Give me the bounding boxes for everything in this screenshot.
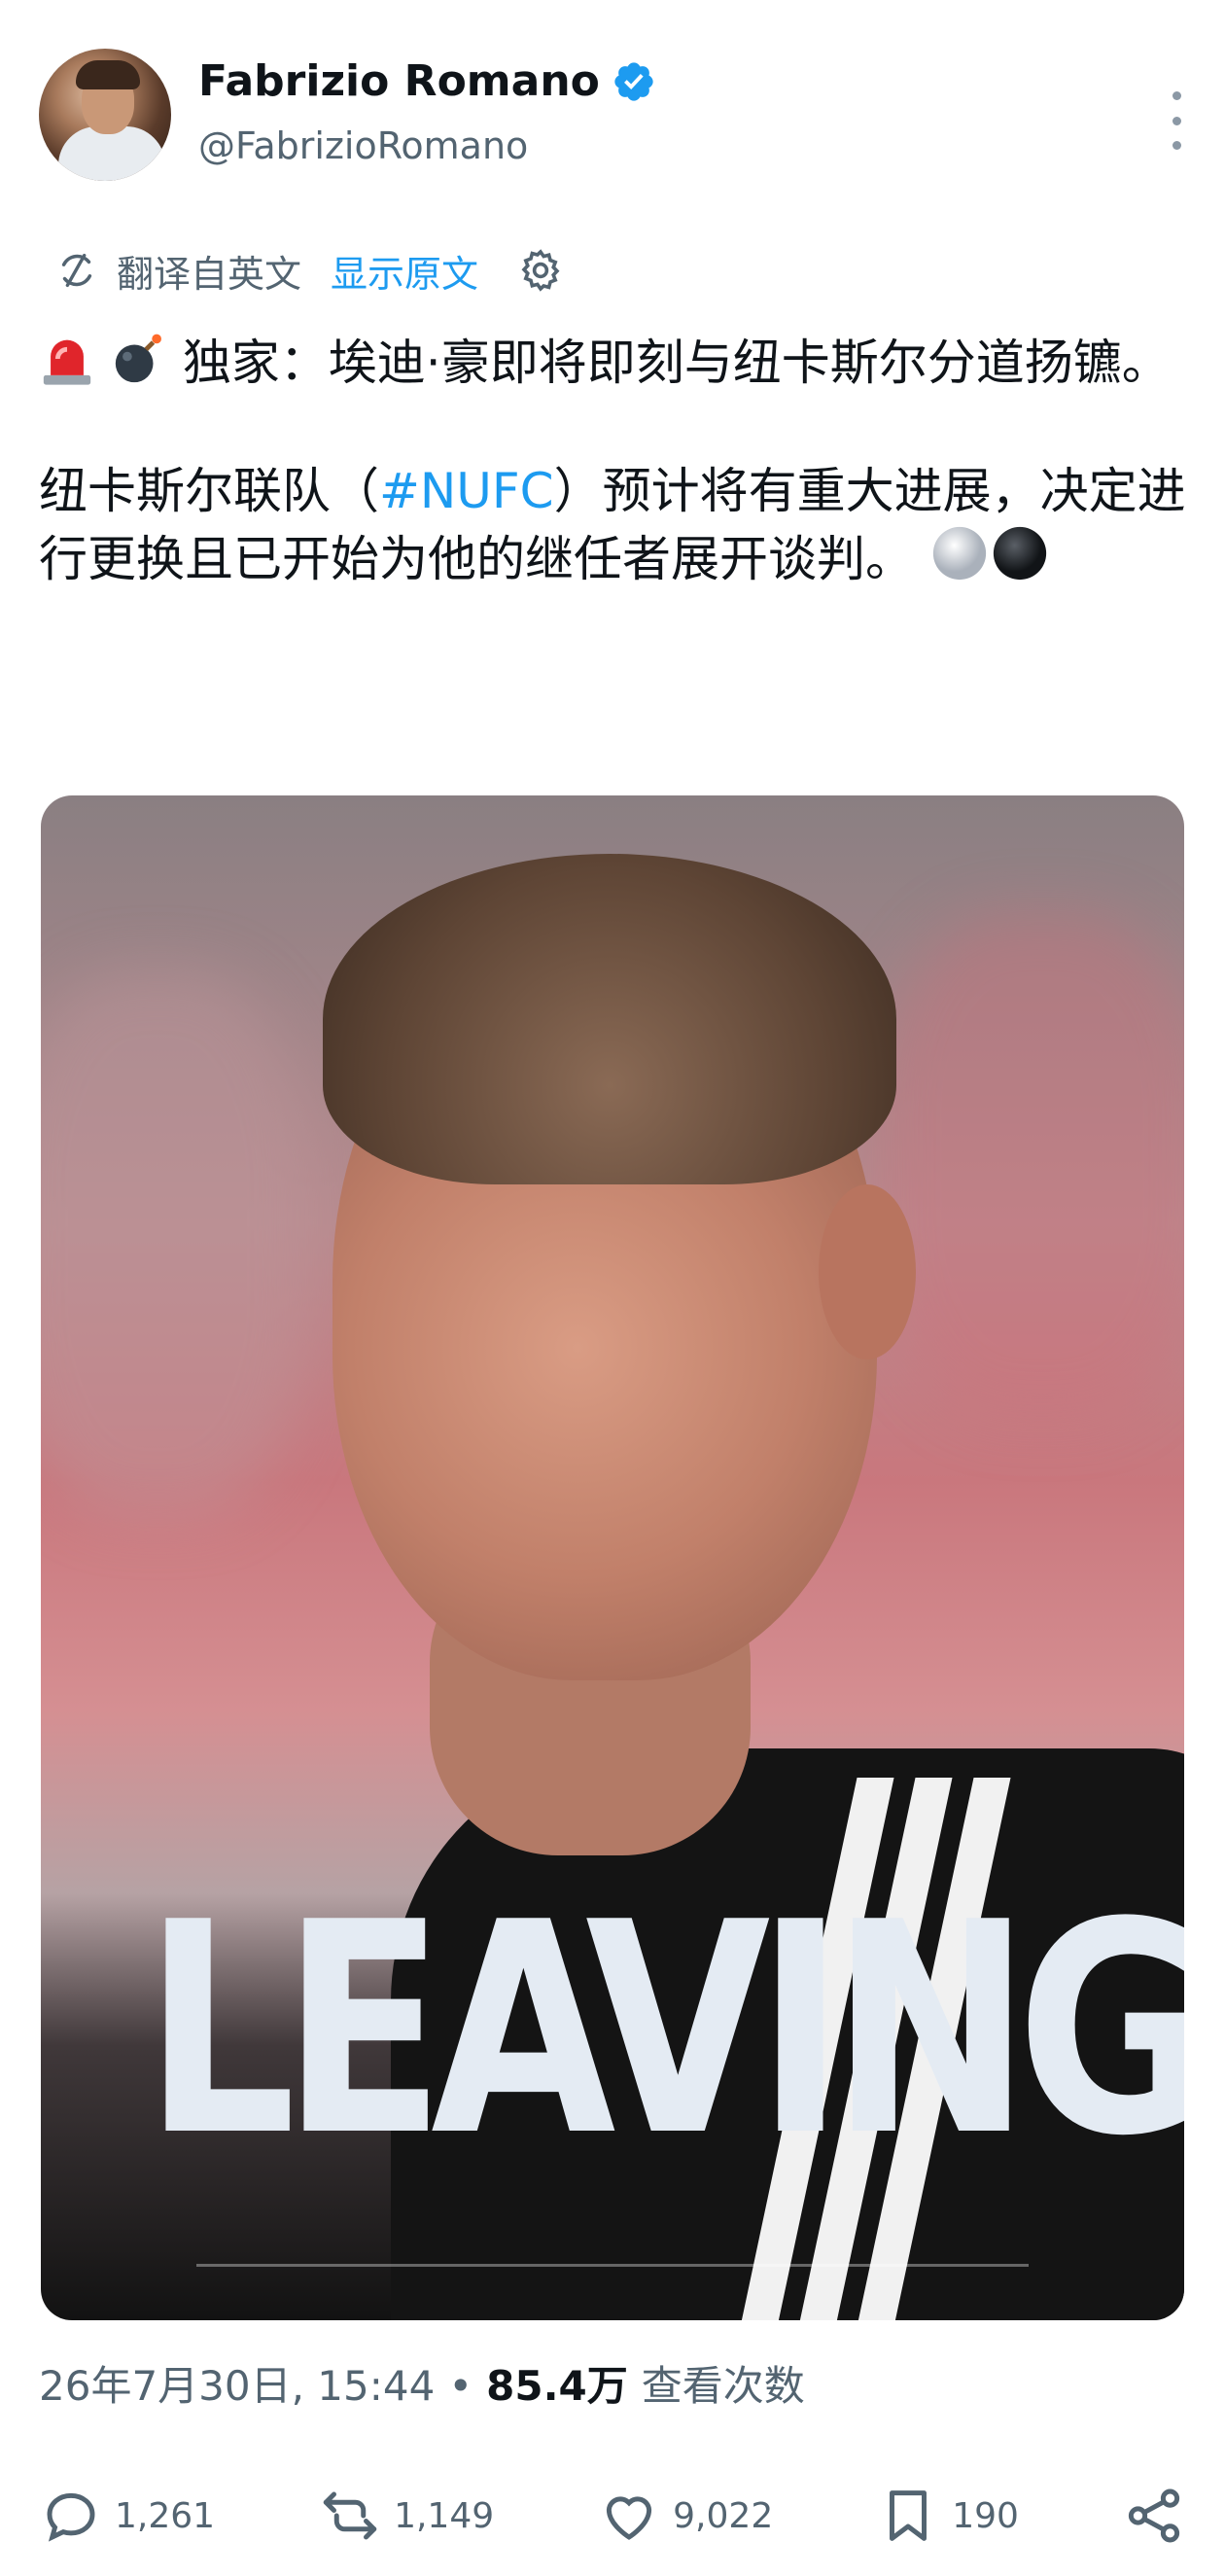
bookmark-button[interactable]: 190 xyxy=(876,2484,1019,2548)
siren-icon xyxy=(43,339,91,385)
retweet-icon xyxy=(323,2491,377,2540)
author-avatar[interactable] xyxy=(39,49,171,181)
tweet-header: Fabrizio Romano @FabrizioRomano xyxy=(39,49,1186,185)
like-count: 9,022 xyxy=(673,2495,774,2536)
show-original-link[interactable]: 显示原文 xyxy=(331,244,478,298)
bomb-icon xyxy=(115,334,161,383)
heart-icon xyxy=(607,2496,652,2540)
like-button[interactable]: 9,022 xyxy=(597,2484,773,2548)
bookmark-icon xyxy=(890,2490,928,2541)
author-handle[interactable]: @FabrizioRomano xyxy=(198,124,528,167)
translation-bar: 翻译自英文 显示原文 xyxy=(54,241,564,300)
tweet-line-1: 独家：埃迪·豪即将即刻与纽卡斯尔分道扬镳。 xyxy=(39,331,1186,395)
white-circle-icon xyxy=(932,526,987,581)
share-icon xyxy=(1128,2488,1180,2543)
retweet-button[interactable]: 1,149 xyxy=(318,2484,494,2548)
tweet-paragraph-2: 纽卡斯尔联队（#NUFC）预计将有重大进展，决定进行更换且已开始为他的继任者展开… xyxy=(39,459,1186,591)
translation-label: 翻译自英文 xyxy=(117,252,302,296)
verified-badge-icon xyxy=(614,61,653,101)
gear-icon[interactable] xyxy=(517,247,564,294)
tweet-timestamp[interactable]: 26年7月30日, 15:44 xyxy=(39,2353,435,2413)
share-button[interactable] xyxy=(1122,2484,1186,2548)
author-name-row: Fabrizio Romano xyxy=(198,56,656,106)
hashtag-link[interactable]: #NUFC xyxy=(379,463,554,519)
more-options-icon[interactable] xyxy=(1167,91,1186,150)
media-overlay-text: LEAVING xyxy=(143,1860,1184,2200)
tweet-media-image[interactable]: LEAVING xyxy=(41,795,1184,2320)
reply-count: 1,261 xyxy=(115,2495,216,2536)
reply-icon xyxy=(47,2492,95,2542)
view-count: 85.4万 xyxy=(486,2362,628,2410)
black-circle-icon xyxy=(993,526,1047,581)
author-name[interactable]: Fabrizio Romano xyxy=(198,56,600,106)
tweet-body: 独家：埃迪·豪即将即刻与纽卡斯尔分道扬镳。 纽卡斯尔联队（#NUFC）预计将有重… xyxy=(39,331,1186,591)
translate-icon xyxy=(61,253,92,288)
tweet-headline: 独家：埃迪·豪即将即刻与纽卡斯尔分道扬镳。 xyxy=(182,335,1171,391)
reply-button[interactable]: 1,261 xyxy=(39,2484,215,2548)
tweet-actions: 1,261 1,149 9,022 190 xyxy=(39,2482,1186,2550)
meta-separator: • xyxy=(448,2362,473,2410)
tweet-text-segment: 纽卡斯尔联队（ xyxy=(39,463,379,519)
bookmark-count: 190 xyxy=(952,2495,1019,2536)
retweet-count: 1,149 xyxy=(394,2495,495,2536)
tweet-meta: 26年7月30日, 15:44 • 85.4万 查看次数 xyxy=(39,2353,805,2413)
view-count-label: 查看次数 xyxy=(641,2362,805,2410)
